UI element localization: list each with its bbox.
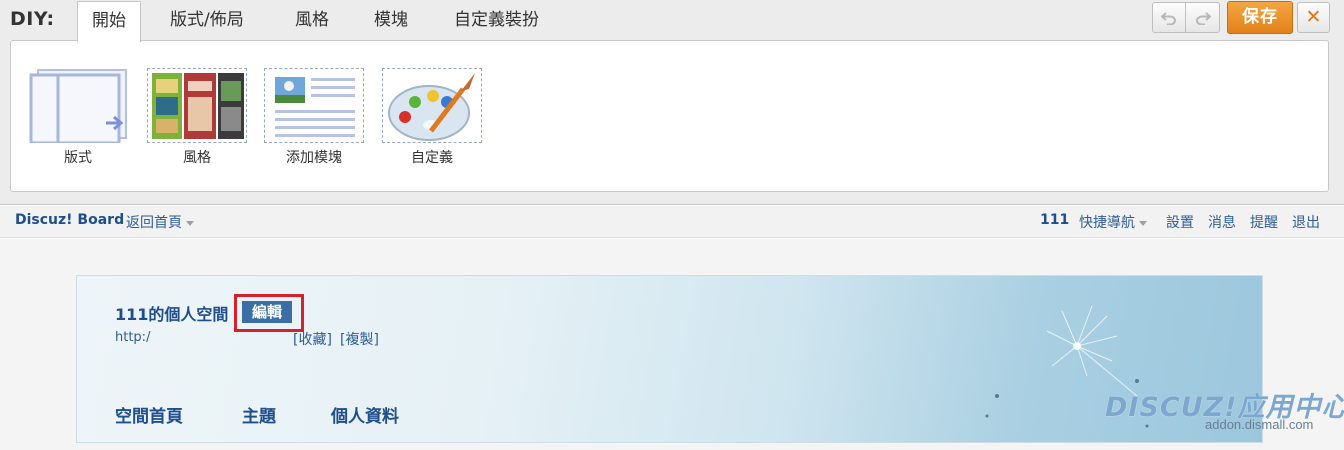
top-navigation-bar: Discuz! Board 返回首頁 111 快捷導航 設置 消息 提醒 退出 (0, 206, 1344, 238)
diy-item-label: 自定義 (411, 150, 453, 166)
diy-content-panel: 版式 風格 添加模塊 自定義 (10, 40, 1329, 192)
save-button[interactable]: 保存 (1227, 1, 1293, 34)
space-url[interactable]: http:/ (115, 330, 150, 345)
logout-link[interactable]: 退出 (1292, 212, 1320, 232)
tab-modules[interactable]: 模塊 (374, 0, 408, 40)
diy-label: DIY: (10, 8, 55, 30)
diy-item-label: 版式 (64, 150, 92, 166)
tab-start[interactable]: 開始 (77, 1, 141, 42)
edit-button[interactable]: 編輯 (242, 301, 292, 323)
tab-style[interactable]: 風格 (295, 0, 329, 40)
redo-button[interactable] (1186, 2, 1220, 33)
diy-item-label: 風格 (183, 150, 211, 166)
style-thumbnail-icon (147, 68, 247, 143)
messages-link[interactable]: 消息 (1208, 212, 1236, 232)
favorite-link[interactable]: [收藏] (293, 329, 332, 349)
chevron-down-icon (186, 220, 194, 226)
diy-item-custom[interactable]: 自定義 (381, 68, 483, 167)
diy-item-style[interactable]: 風格 (146, 68, 248, 167)
tab-layout[interactable]: 版式/佈局 (170, 0, 244, 40)
username-link[interactable]: 111 (1040, 212, 1069, 228)
copy-link[interactable]: [複製] (340, 329, 379, 349)
tab-custom-decoration[interactable]: 自定義裝扮 (454, 0, 539, 40)
add-module-icon (264, 68, 364, 143)
redo-icon (1195, 11, 1211, 25)
layout-icon (28, 68, 128, 143)
undo-button[interactable] (1152, 2, 1186, 33)
diy-item-label: 添加模塊 (286, 150, 342, 166)
space-title: 111的個人空間 (115, 305, 229, 324)
diy-item-add-module[interactable]: 添加模塊 (263, 68, 365, 167)
space-nav-profile[interactable]: 個人資料 (331, 402, 399, 427)
space-nav-home[interactable]: 空間首頁 (115, 402, 183, 427)
settings-link[interactable]: 設置 (1166, 212, 1194, 232)
reminders-link[interactable]: 提醒 (1250, 212, 1278, 232)
quick-nav-menu[interactable]: 快捷導航 (1079, 212, 1147, 232)
site-name-link[interactable]: Discuz! Board (15, 212, 124, 228)
diy-panel: DIY: 開始 版式/佈局 風格 模塊 自定義裝扮 保存 ✕ 版式 風格 添加模… (0, 0, 1344, 205)
close-button[interactable]: ✕ (1297, 2, 1330, 33)
chevron-down-icon (1139, 220, 1147, 226)
quick-nav-label: 快捷導航 (1079, 215, 1135, 231)
home-link[interactable]: 返回首頁 (126, 212, 194, 232)
watermark-url: addon.dismall.com (1205, 417, 1314, 432)
space-nav-threads[interactable]: 主題 (242, 402, 276, 427)
undo-icon (1161, 11, 1176, 25)
palette-icon (382, 68, 482, 143)
home-link-label: 返回首頁 (126, 215, 182, 231)
diy-item-layout[interactable]: 版式 (27, 68, 129, 167)
